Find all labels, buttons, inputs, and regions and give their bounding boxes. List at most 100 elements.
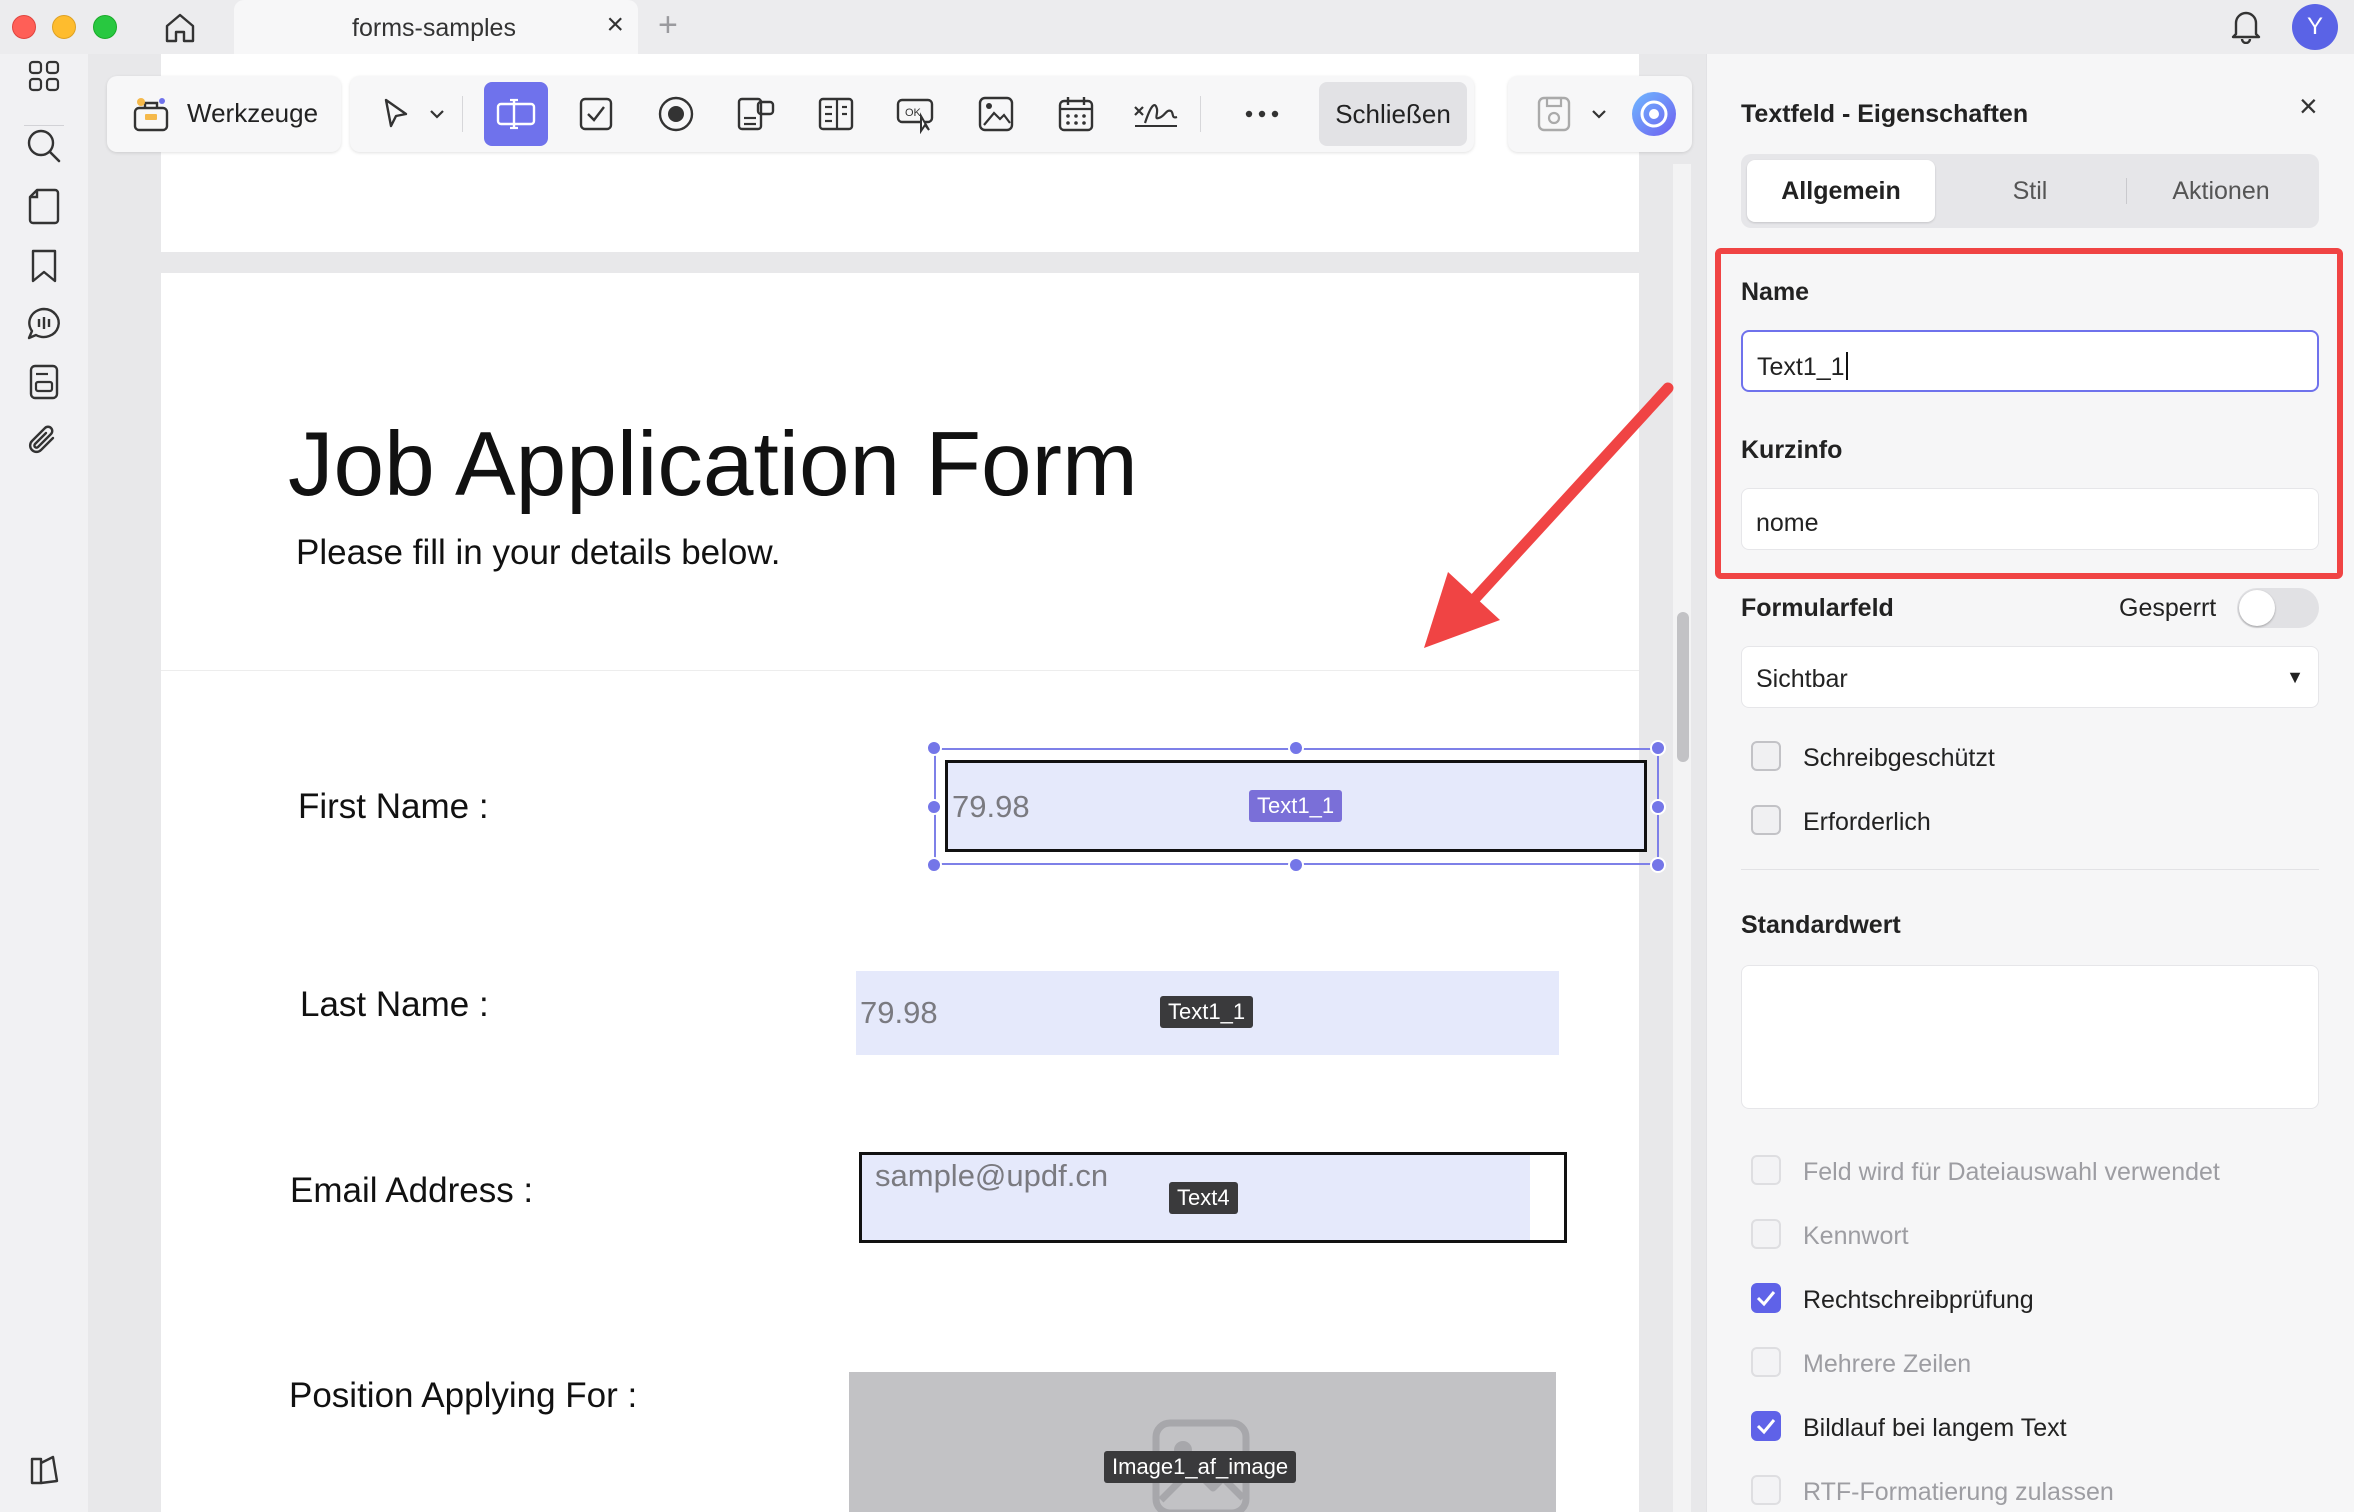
title-bar: forms-samples × + Y [0, 0, 2354, 54]
new-tab-button[interactable]: + [658, 8, 678, 42]
rich-text-label: RTF-Formatierung zulassen [1803, 1478, 2114, 1506]
vertical-scrollbar[interactable] [1673, 164, 1691, 1512]
panel-tabs: Allgemein Stil Aktionen [1741, 154, 2319, 228]
checkmark-icon [1756, 1291, 1776, 1307]
resize-handle[interactable] [926, 740, 942, 756]
multiline-checkbox[interactable] [1751, 1347, 1781, 1377]
text-field-icon[interactable] [484, 82, 548, 146]
grid-icon[interactable] [22, 54, 66, 98]
resize-handle[interactable] [926, 799, 942, 815]
tab-general[interactable]: Allgemein [1747, 160, 1935, 222]
tab-actions[interactable]: Aktionen [2127, 160, 2315, 222]
window-minimize-button[interactable] [52, 15, 76, 39]
scroll-long-text-label: Bildlauf bei langem Text [1803, 1414, 2067, 1442]
spell-check-checkbox[interactable] [1751, 1283, 1781, 1313]
field-name-tag: Image1_af_image [1104, 1451, 1297, 1483]
locked-toggle[interactable] [2237, 588, 2319, 628]
left-sidebar [0, 54, 88, 1512]
close-icon[interactable]: × [2299, 90, 2318, 122]
checkmark-icon [1756, 1419, 1776, 1435]
required-label: Erforderlich [1803, 808, 1931, 836]
window-maximize-button[interactable] [93, 15, 117, 39]
list-box-icon[interactable] [804, 82, 868, 146]
file-select-checkbox[interactable] [1751, 1155, 1781, 1185]
checkbox-icon[interactable] [564, 82, 628, 146]
toolbar-divider [1200, 96, 1201, 132]
visibility-select-value: Sichtbar [1756, 665, 1848, 693]
rich-text-checkbox[interactable] [1751, 1475, 1781, 1505]
toggle-knob [2239, 590, 2275, 626]
form-toolbar: OK Schließen [350, 76, 1474, 152]
chevron-down-icon[interactable] [1584, 82, 1614, 146]
read-only-checkbox[interactable] [1751, 741, 1781, 771]
sidebar-toggle-icon[interactable] [22, 1448, 66, 1492]
close-form-editing-button[interactable]: Schließen [1319, 82, 1467, 146]
attachment-icon[interactable] [22, 419, 66, 463]
resize-handle[interactable] [926, 857, 942, 873]
file-select-label: Feld wird für Dateiauswahl verwendet [1803, 1158, 2220, 1186]
bookmark-icon[interactable] [22, 244, 66, 288]
save-icon[interactable] [1522, 82, 1586, 146]
multiline-label: Mehrere Zeilen [1803, 1350, 1972, 1378]
search-icon[interactable] [22, 124, 66, 168]
resize-handle[interactable] [1288, 740, 1304, 756]
push-button-icon[interactable]: OK [884, 82, 948, 146]
password-label: Kennwort [1803, 1222, 1909, 1250]
ai-assistant-icon[interactable] [1622, 82, 1686, 146]
scrollbar-thumb[interactable] [1677, 612, 1689, 762]
panel-title: Textfeld - Eigenschaften [1741, 100, 2029, 128]
date-field-icon[interactable] [1044, 82, 1108, 146]
email-field[interactable]: sample@updf.cn Text4 [859, 1152, 1567, 1243]
last-name-label: Last Name : [300, 985, 489, 1024]
dropdown-arrow-icon: ▼ [2286, 667, 2304, 687]
page-title: Job Application Form [288, 414, 1138, 515]
bell-icon[interactable] [2226, 6, 2266, 46]
scroll-long-text-checkbox[interactable] [1751, 1411, 1781, 1441]
chevron-down-icon[interactable] [422, 82, 452, 146]
resize-handle[interactable] [1288, 857, 1304, 873]
radio-icon[interactable] [644, 82, 708, 146]
first-name-label: First Name : [298, 787, 489, 826]
combo-box-icon[interactable] [724, 82, 788, 146]
document-tab[interactable]: forms-samples × [234, 0, 638, 54]
last-name-field[interactable]: 79.98 Text1_1 [856, 971, 1559, 1055]
image-field-icon[interactable] [964, 82, 1028, 146]
properties-panel: Textfeld - Eigenschaften × Allgemein Sti… [1706, 54, 2354, 1512]
spell-check-label: Rechtschreibprüfung [1803, 1286, 2034, 1314]
signature-field-icon[interactable] [1124, 82, 1188, 146]
resize-handle[interactable] [1650, 799, 1666, 815]
tab-close-icon[interactable]: × [606, 10, 624, 40]
tools-label[interactable]: Werkzeuge [187, 98, 318, 129]
required-checkbox[interactable] [1751, 805, 1781, 835]
form-icon[interactable] [22, 360, 66, 404]
field-name-tag: Text1_1 [1160, 996, 1254, 1028]
visibility-select[interactable]: Sichtbar ▼ [1741, 646, 2319, 708]
tools-toolbar: Werkzeuge [107, 76, 341, 152]
password-checkbox[interactable] [1751, 1219, 1781, 1249]
email-label: Email Address : [290, 1171, 534, 1210]
annotation-highlight-box [1715, 248, 2343, 579]
tab-style[interactable]: Stil [1936, 160, 2124, 222]
svg-text:OK: OK [905, 107, 922, 119]
resize-handle[interactable] [1650, 740, 1666, 756]
home-icon[interactable] [158, 6, 202, 50]
comment-icon[interactable] [22, 302, 66, 346]
position-image-field[interactable]: Image1_af_image [849, 1372, 1556, 1512]
resize-handle[interactable] [1650, 857, 1666, 873]
email-field-scroll-area [1530, 1155, 1564, 1240]
avatar[interactable]: Y [2292, 4, 2338, 50]
selection-frame[interactable] [934, 748, 1659, 865]
form-field-label: Formularfeld [1741, 594, 1894, 622]
page-icon[interactable] [22, 184, 66, 228]
pdf-page: Job Application Form Please fill in your… [161, 273, 1666, 1512]
window-close-button[interactable] [12, 15, 36, 39]
read-only-label: Schreibgeschützt [1803, 744, 1995, 772]
pointer-icon[interactable] [364, 82, 428, 146]
field-name-tag: Text4 [1169, 1182, 1238, 1214]
document-canvas[interactable]: Job Application Form Please fill in your… [88, 54, 1706, 1512]
more-icon[interactable] [1230, 82, 1294, 146]
panel-divider [1741, 869, 2319, 870]
toolbox-icon[interactable] [131, 94, 171, 134]
default-value-textarea[interactable] [1741, 965, 2319, 1109]
locked-label: Gesperrt [2119, 594, 2217, 622]
